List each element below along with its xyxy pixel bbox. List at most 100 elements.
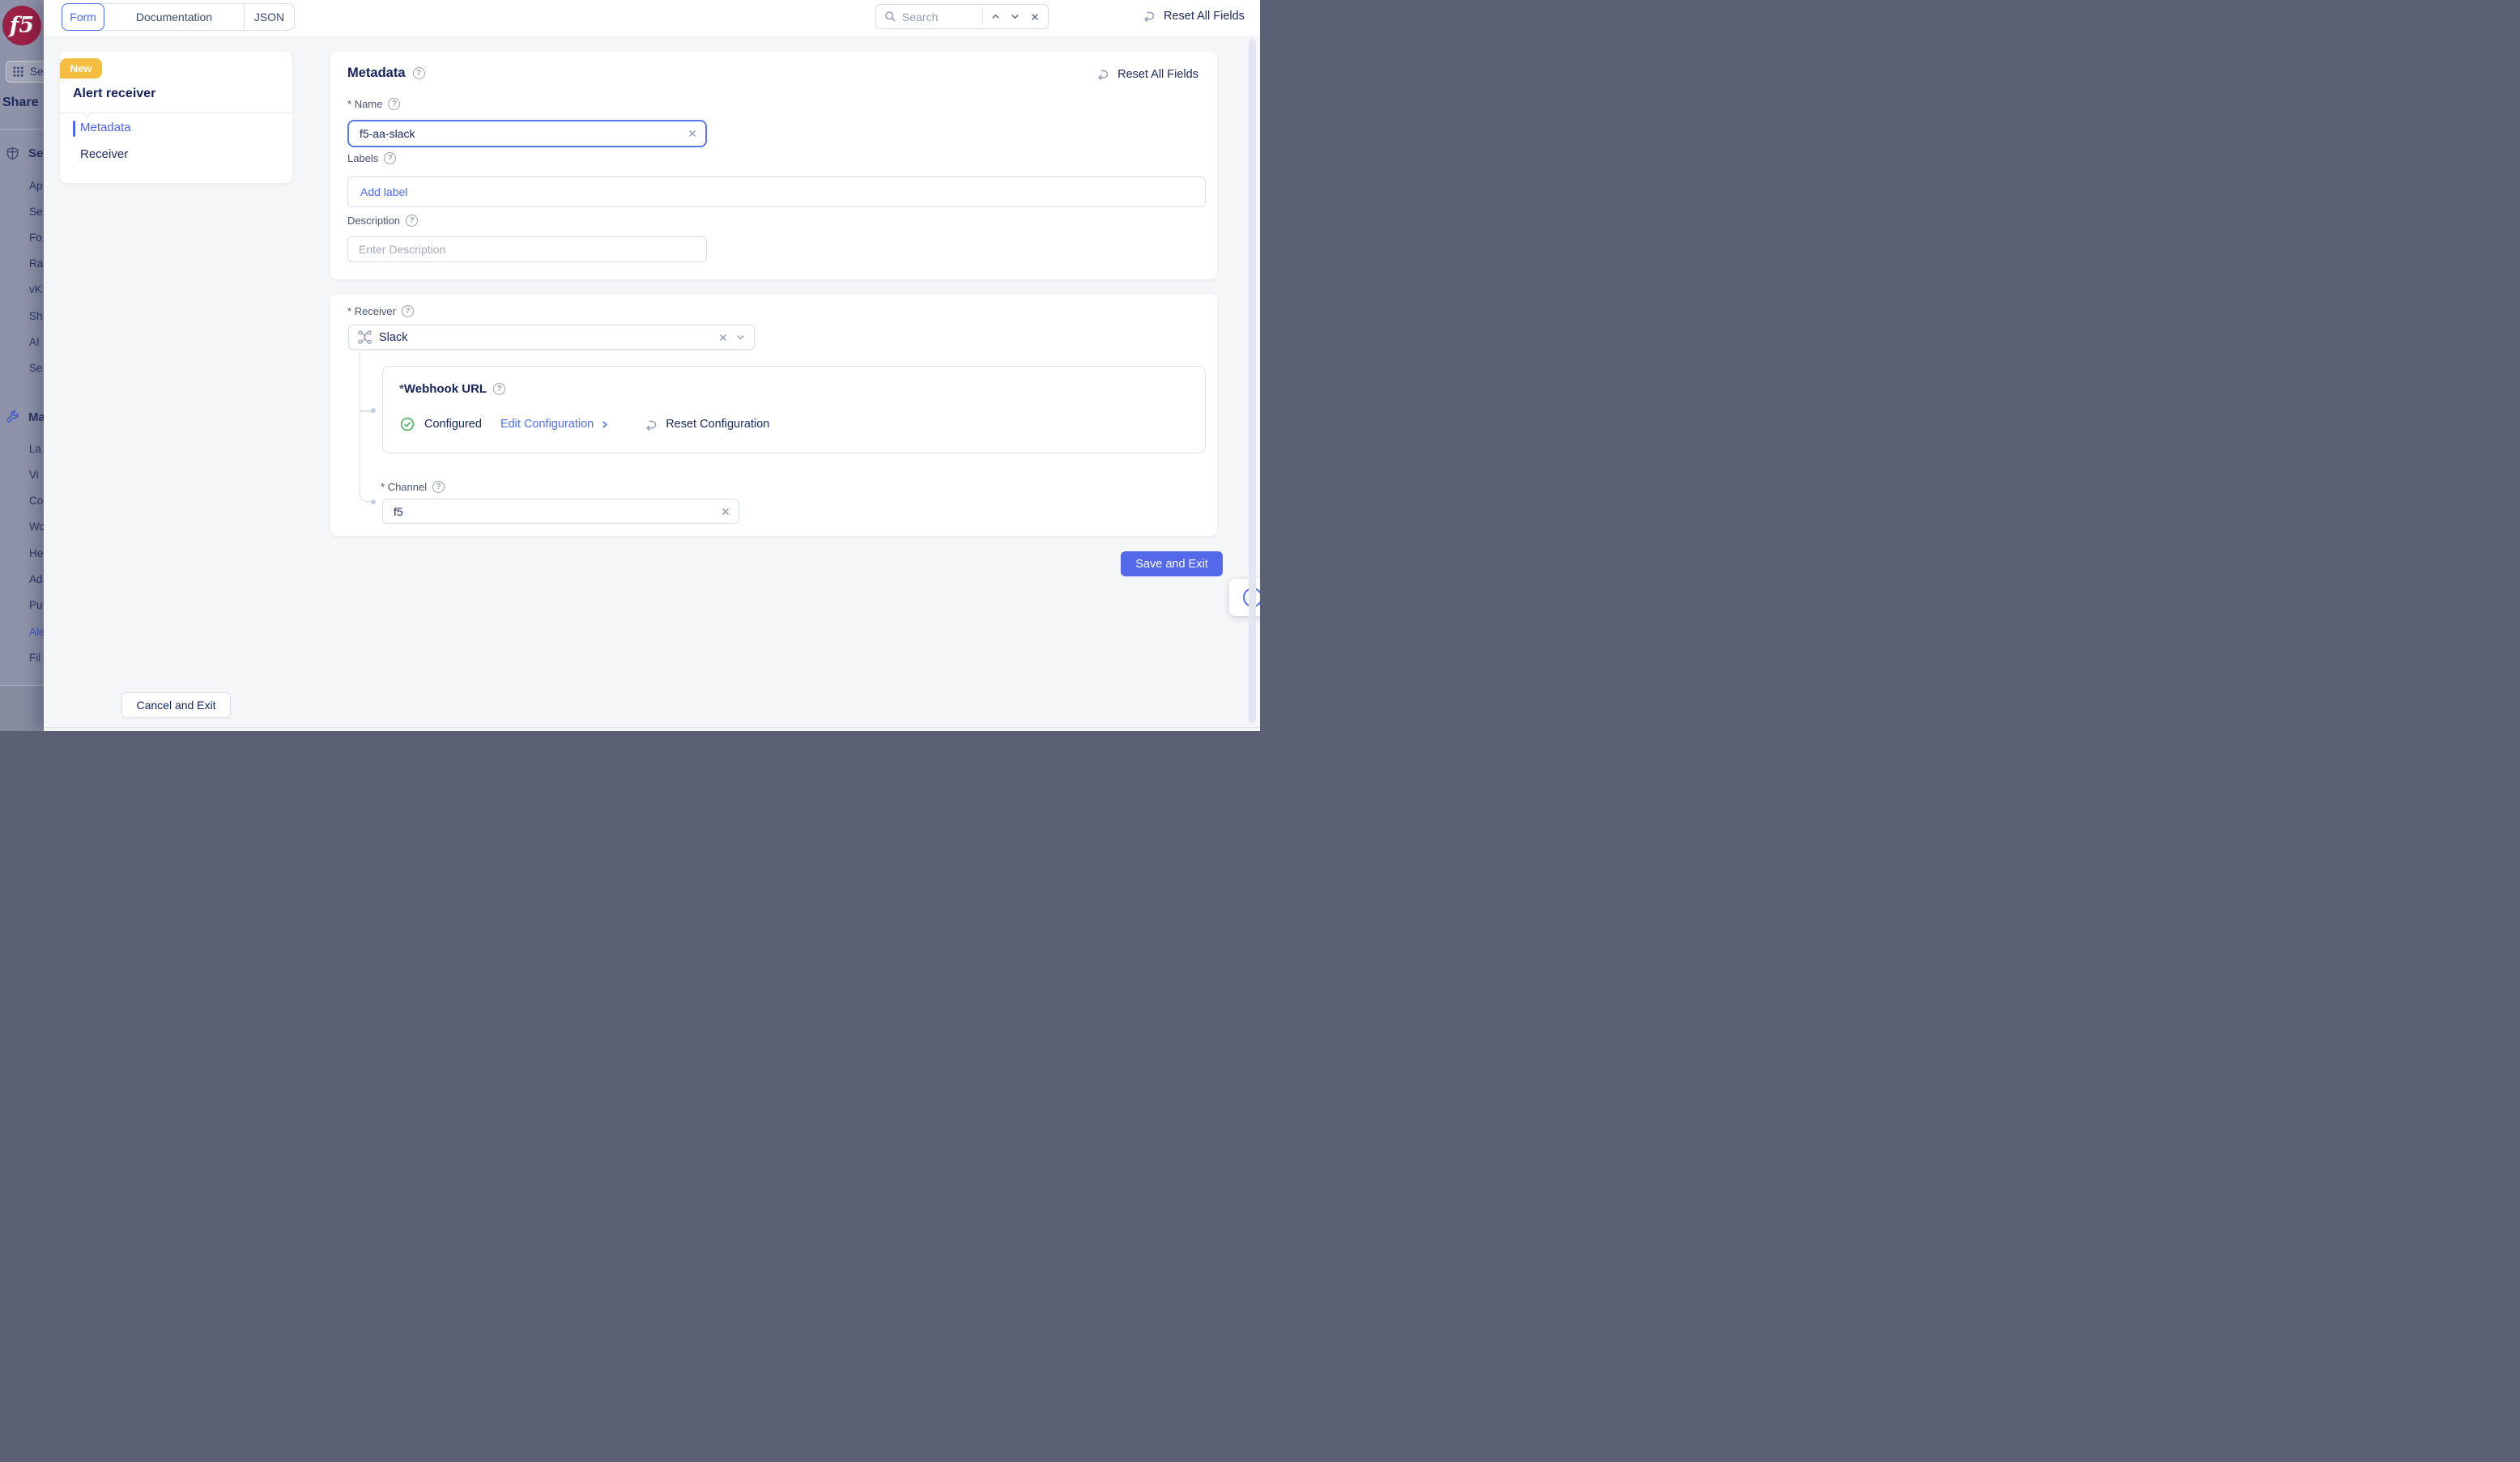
webhook-url-card: *Webhook URL ? Configured Edit Configura… — [382, 366, 1206, 453]
alert-receiver-panel: Form Documentation JSON — [44, 0, 1260, 731]
sidebar-item[interactable]: Wo — [29, 521, 44, 533]
help-icon[interactable]: ? — [413, 67, 425, 79]
step-receiver[interactable]: Receiver — [80, 147, 128, 161]
reset-icon — [1095, 67, 1110, 81]
f5-logo: f5 — [2, 6, 41, 45]
help-glyph: ? — [392, 100, 397, 108]
help-icon[interactable]: ? — [432, 481, 445, 493]
sidebar-item[interactable]: Fo — [29, 232, 42, 244]
sidebar-item[interactable]: La — [29, 443, 41, 455]
sidebar-item[interactable]: vK — [29, 283, 42, 295]
chevron-up-icon — [990, 11, 1001, 22]
cancel-and-exit-button[interactable]: Cancel and Exit — [121, 692, 231, 718]
required-marker: * — [347, 98, 351, 110]
search-prev-button[interactable] — [989, 9, 1002, 25]
receiver-label-text: Receiver — [355, 305, 396, 317]
required-marker: * — [381, 481, 385, 493]
clear-channel-icon[interactable] — [721, 507, 730, 516]
scrollbar-thumb[interactable] — [1249, 39, 1256, 724]
sidebar-item[interactable]: Ad — [29, 573, 43, 585]
help-icon[interactable]: ? — [406, 215, 418, 227]
required-marker: * — [347, 305, 351, 317]
connector-dot — [371, 499, 376, 504]
reset-configuration-button[interactable]: Reset Configuration — [643, 418, 769, 431]
panel-bottom-border — [44, 727, 1260, 728]
sidebar-item[interactable]: He — [29, 547, 43, 559]
help-glyph: ? — [405, 307, 410, 316]
sidebar-item[interactable]: Se — [29, 362, 43, 374]
search-next-button[interactable] — [1008, 9, 1022, 25]
receiver-type-icon — [358, 330, 372, 344]
search-clear-button[interactable] — [1028, 9, 1041, 25]
reset-all-fields-card-button[interactable]: Reset All Fields — [1095, 67, 1198, 81]
name-input-wrap — [347, 120, 707, 147]
name-label-text: Name — [355, 98, 383, 110]
service-switcher-button[interactable]: Se — [6, 61, 44, 83]
webhook-url-title: *Webhook URL — [399, 382, 487, 396]
sidebar-item[interactable]: AI — [29, 336, 40, 348]
sidebar-item[interactable]: Sh — [29, 310, 43, 322]
new-badge: New — [60, 58, 102, 79]
connector-dot — [371, 408, 376, 413]
description-label-text: Description — [347, 215, 400, 227]
help-icon[interactable]: ? — [402, 305, 414, 317]
view-tabs: Form Documentation JSON — [62, 3, 295, 31]
save-and-exit-button[interactable]: Save and Exit — [1121, 551, 1223, 576]
receiver-field-label: * Receiver ? — [347, 305, 414, 317]
name-input[interactable] — [360, 127, 687, 140]
chevron-down-icon — [1010, 11, 1020, 22]
tab-json[interactable]: JSON — [245, 4, 294, 30]
channel-field-label: * Channel ? — [381, 481, 445, 493]
metadata-card-title: Metadata — [347, 66, 406, 81]
reset-icon — [1141, 9, 1156, 23]
sidebar-item[interactable]: Vi — [29, 469, 39, 481]
service-switcher-label: Se — [30, 66, 44, 78]
edit-configuration-button[interactable]: Edit Configuration — [500, 418, 610, 431]
sidebar-item[interactable]: Pu — [29, 599, 43, 611]
close-icon — [1030, 12, 1040, 22]
active-step-indicator — [73, 121, 75, 137]
description-input[interactable] — [359, 243, 698, 256]
f5-logo-text: f5 — [10, 13, 34, 38]
channel-input[interactable] — [394, 505, 721, 518]
help-icon[interactable]: ? — [384, 152, 396, 164]
sidebar-item[interactable]: Se — [29, 206, 43, 218]
workspace-heading: Share — [2, 96, 38, 110]
chevron-down-icon[interactable] — [735, 332, 746, 342]
search-input[interactable] — [902, 11, 977, 23]
sidebar-item[interactable]: Ap — [29, 180, 43, 192]
clear-name-icon[interactable] — [687, 129, 697, 138]
sidebar-item[interactable]: Fil — [29, 652, 40, 664]
connector-stub — [360, 410, 372, 412]
channel-input-wrap — [382, 499, 739, 524]
receiver-type-select[interactable]: Slack — [348, 325, 755, 350]
add-label-button[interactable]: Add label — [360, 185, 407, 198]
metadata-card: Metadata ? Reset All Fields * Name ? Lab… — [330, 52, 1217, 279]
sidebar-section-manage[interactable]: Ma — [6, 410, 44, 424]
sidebar-footer — [0, 686, 44, 731]
description-field-label: Description ? — [347, 215, 418, 227]
reset-all-fields-label: Reset All Fields — [1117, 68, 1198, 81]
sidebar-item[interactable]: Co — [29, 495, 43, 507]
help-glyph: ? — [497, 385, 502, 393]
channel-label-text: Channel — [388, 481, 427, 493]
connector-line — [360, 350, 372, 502]
sidebar-item[interactable]: Ra — [29, 257, 43, 270]
reset-icon — [643, 418, 658, 431]
help-glyph: ? — [416, 69, 421, 78]
tab-documentation[interactable]: Documentation — [104, 4, 245, 30]
reset-all-fields-top-button[interactable]: Reset All Fields — [1141, 9, 1245, 23]
divider-notch — [82, 107, 92, 117]
step-metadata[interactable]: Metadata — [80, 121, 131, 134]
clear-receiver-icon[interactable] — [718, 333, 728, 342]
help-icon[interactable]: ? — [388, 98, 400, 110]
name-field-label: * Name ? — [347, 98, 400, 110]
search-icon — [884, 11, 896, 23]
help-icon[interactable]: ? — [493, 383, 505, 395]
sidebar-section-security[interactable]: Se — [6, 147, 43, 160]
shield-icon — [6, 147, 19, 160]
labels-label-text: Labels — [347, 152, 378, 164]
sidebar-item-alerts[interactable]: Ale — [29, 626, 44, 638]
tab-form[interactable]: Form — [62, 3, 104, 31]
reset-configuration-label: Reset Configuration — [666, 418, 769, 431]
